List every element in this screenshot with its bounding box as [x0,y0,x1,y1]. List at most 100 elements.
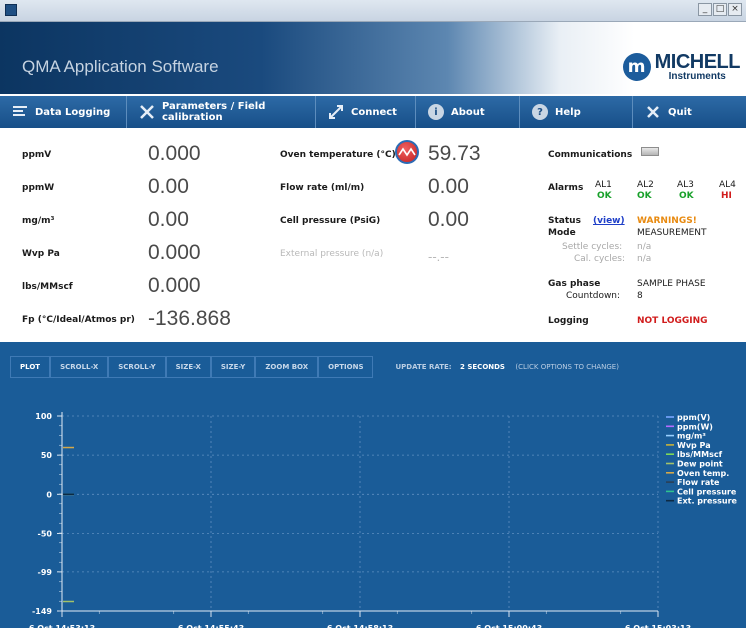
x-tick-label: 6 Oct 14:58:13 [327,624,393,628]
alarm-al2-name: AL2 [637,180,654,190]
communications-indicator [641,147,659,156]
mode-label: Mode [548,228,576,238]
flow-rate-label: Flow rate (ml/m) [280,183,365,193]
logging-value: NOT LOGGING [637,316,708,326]
mgm3-label: mg/m³ [22,216,55,226]
michell-logo-icon: m [622,53,651,81]
ppmw-value: 0.00 [148,175,189,198]
legend-label: Cell pressure [677,487,737,496]
x-tick-label: 6 Oct 14:53:13 [29,624,95,628]
nav-help[interactable]: ? Help [520,96,633,128]
tab-size-y[interactable]: SIZE-Y [210,356,256,378]
y-tick-label: 50 [41,451,53,460]
logo-sub-text: Instruments [668,71,726,82]
update-rate-value: 2 SECONDS [460,363,505,371]
nav-quit[interactable]: Quit [633,96,746,128]
legend-label: Ext. pressure [677,497,738,506]
quit-icon [645,104,661,120]
alarms-label: Alarms [548,183,584,193]
nav-label: Data Logging [35,106,111,118]
update-rate: UPDATE RATE: 2 SECONDS (CLICK OPTIONS TO… [395,363,618,371]
mgm3-value: 0.00 [148,208,189,231]
connect-icon [328,104,344,120]
logo-main-text: MICHELL [654,51,741,73]
countdown-label: Countdown: [566,291,621,301]
tab-options[interactable]: OPTIONS [318,356,374,378]
legend-label: Oven temp. [677,469,729,478]
main-navbar: Data Logging Parameters / Field calibrat… [0,96,746,128]
minimize-button[interactable]: _ [698,3,712,16]
nav-label: Parameters / Field calibration [162,101,266,123]
legend-label: ppm(W) [677,422,713,431]
ppmw-label: ppmW [22,183,55,193]
cal-cycles-value: n/a [637,254,652,264]
plot-area: PLOT SCROLL-X SCROLL-Y SIZE-X SIZE-Y ZOO… [0,342,746,628]
lbs-value: 0.000 [148,274,201,297]
ppmv-label: ppmV [22,150,52,160]
info-icon: i [428,104,444,120]
readings-panel: ppmV 0.000 ppmW 0.00 mg/m³ 0.00 Wvp Pa 0… [0,128,746,342]
status-label: Status [548,216,581,226]
legend-label: Dew point [677,460,723,469]
gas-phase-label: Gas phase [548,279,601,289]
tab-size-x[interactable]: SIZE-X [165,356,211,378]
status-value: WARNINGS! [637,216,697,226]
nav-connect[interactable]: Connect [316,96,416,128]
alarm-al1-state: OK [597,191,612,201]
tab-plot[interactable]: PLOT [10,356,51,378]
alarm-al1-name: AL1 [595,180,612,190]
plot-toolbar: PLOT SCROLL-X SCROLL-Y SIZE-X SIZE-Y ZOO… [10,356,619,378]
alarm-al3-name: AL3 [677,180,694,190]
legend-label: lbs/MMscf [677,450,723,459]
trend-chart[interactable]: 100 50 0 -50 -99 -149 6 Oct 14:53:13 6 Oct 14:5… [0,380,746,628]
nav-label: Quit [668,106,692,118]
tools-icon [139,104,155,120]
ppmv-value: 0.000 [148,142,201,165]
header-banner: QMA Application Software m MICHELL Instr… [0,22,746,94]
wvp-label: Wvp Pa [22,249,60,259]
mode-value: MEASUREMENT [637,228,707,238]
settle-cycles-label: Settle cycles: [562,242,623,252]
nav-parameters[interactable]: Parameters / Field calibration [127,96,316,128]
nav-label: Help [555,106,581,118]
logging-label: Logging [548,316,589,326]
communications-label: Communications [548,150,633,160]
legend-label: ppm(V) [677,413,710,422]
oven-heating-icon [395,140,419,164]
ext-pressure-value: --.-- [428,249,449,264]
alarm-al4-state: HI [721,191,732,201]
y-tick-label: -99 [38,568,53,577]
fp-label: Fp (°C/Ideal/Atmos pr) [22,315,135,325]
y-tick-label: -50 [38,529,53,538]
wvp-value: 0.000 [148,241,201,264]
maximize-button[interactable]: □ [713,3,727,16]
settle-cycles-value: n/a [637,242,652,252]
alarm-al3-state: OK [679,191,694,201]
cal-cycles-label: Cal. cycles: [574,254,626,264]
window-title-bar: _ □ × [0,0,746,22]
data-logging-icon [12,104,28,120]
x-tick-label: 6 Oct 15:00:43 [476,624,542,628]
app-icon [5,4,17,16]
legend-label: Wvp Pa [677,441,711,450]
status-view-link[interactable]: (view) [593,216,625,226]
tab-scroll-x[interactable]: SCROLL-X [50,356,109,378]
help-icon: ? [532,104,548,120]
y-tick-label: 100 [35,412,52,421]
oven-temp-label: Oven temperature (°C) [280,150,396,160]
gas-phase-value: SAMPLE PHASE [637,279,706,289]
nav-about[interactable]: i About [416,96,520,128]
tab-zoom-box[interactable]: ZOOM BOX [255,356,319,378]
cell-pressure-label: Cell pressure (PsiG) [280,216,381,226]
update-rate-hint: (CLICK OPTIONS TO CHANGE) [515,363,619,371]
tab-scroll-y[interactable]: SCROLL-Y [108,356,166,378]
close-button[interactable]: × [728,3,742,16]
oven-temp-value: 59.73 [428,142,481,165]
nav-data-logging[interactable]: Data Logging [0,96,127,128]
legend-label: Flow rate [677,478,720,487]
app-title: QMA Application Software [22,57,219,76]
lbs-label: lbs/MMscf [22,282,73,292]
nav-label: Connect [351,106,397,118]
flow-rate-value: 0.00 [428,175,469,198]
y-tick-label: -149 [32,607,52,616]
